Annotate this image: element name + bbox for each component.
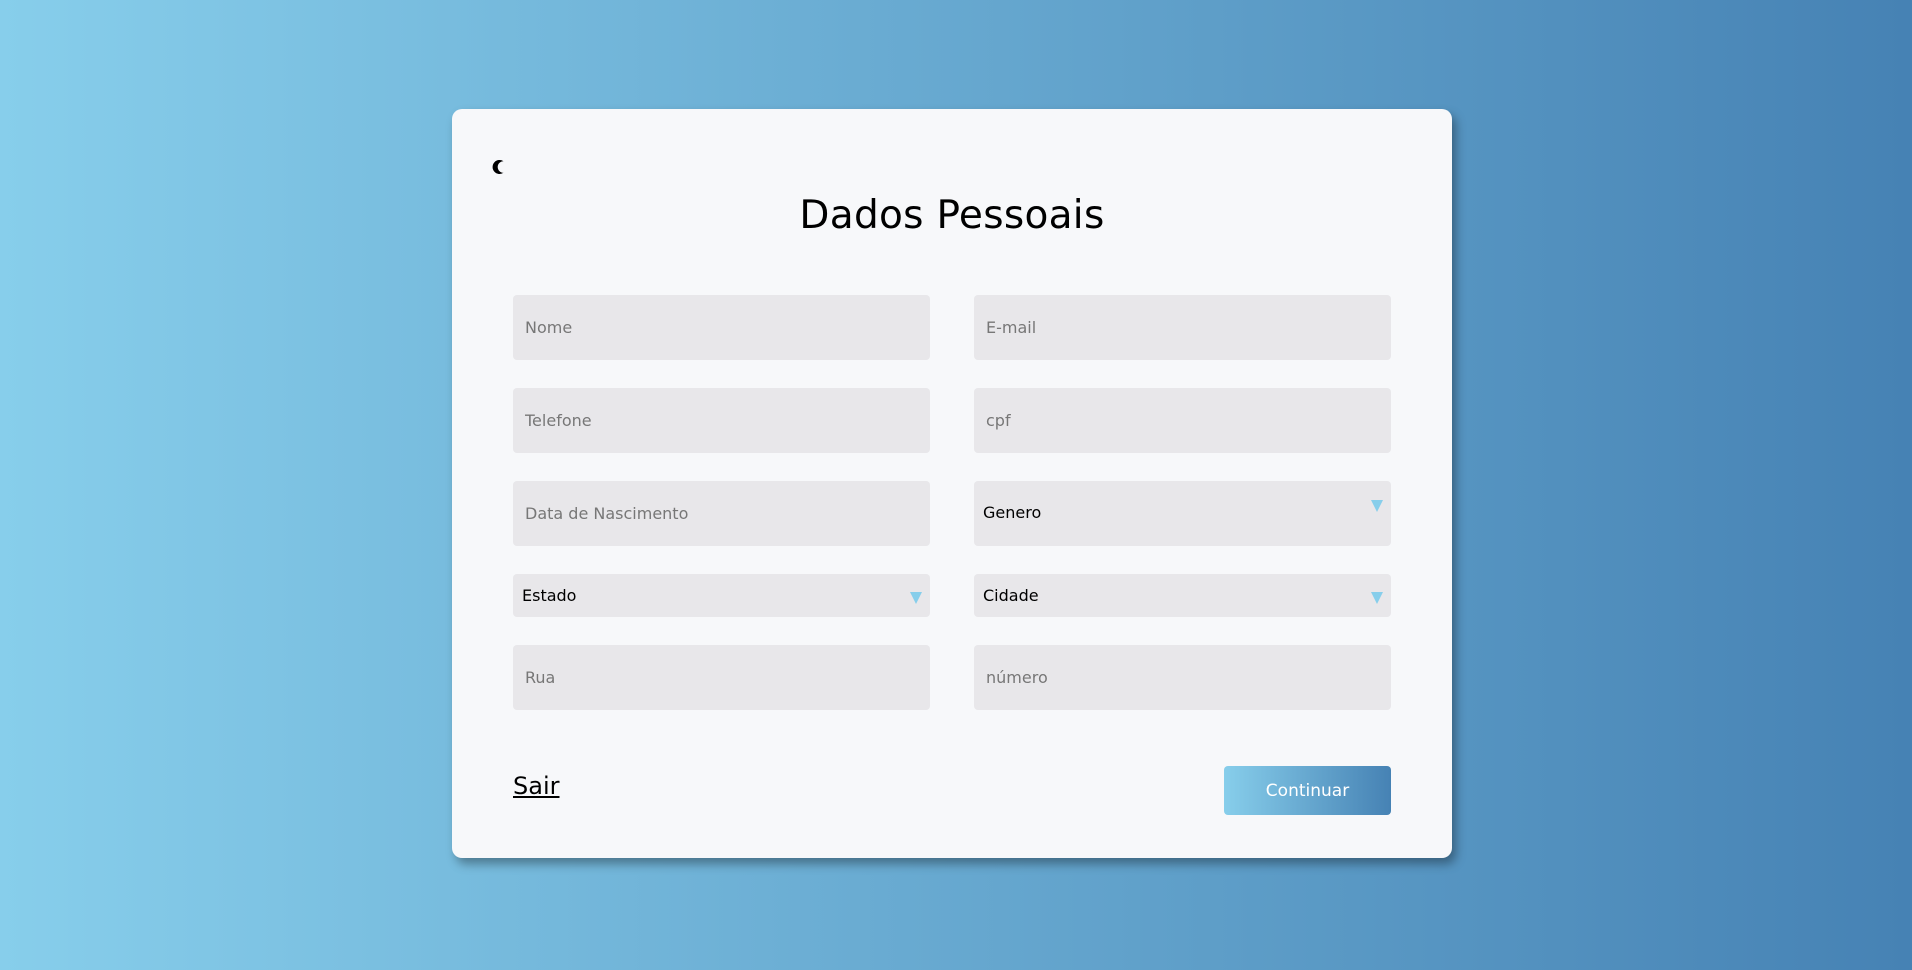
state-select[interactable]: Estado [513,574,930,617]
moon-icon[interactable] [488,155,512,179]
gender-select-value: Genero [983,503,1042,522]
page-title: Dados Pessoais [799,193,1105,238]
phone-input[interactable] [513,388,930,453]
city-select[interactable]: Cidade [974,574,1391,617]
chevron-down-icon [1371,500,1383,512]
continue-button[interactable]: Continuar [1224,766,1391,815]
street-input[interactable] [513,645,930,710]
cpf-input[interactable] [974,388,1391,453]
email-input[interactable] [974,295,1391,360]
number-input[interactable] [974,645,1391,710]
state-select-value: Estado [522,586,577,605]
exit-link[interactable]: Sair [513,772,559,800]
personal-data-card: Dados Pessoais Genero Estado Cidade Sair… [452,109,1452,858]
city-select-value: Cidade [983,586,1039,605]
gender-select[interactable]: Genero [974,481,1391,546]
name-input[interactable] [513,295,930,360]
chevron-down-icon [1371,592,1383,604]
birthdate-input[interactable] [513,481,930,546]
chevron-down-icon [910,592,922,604]
